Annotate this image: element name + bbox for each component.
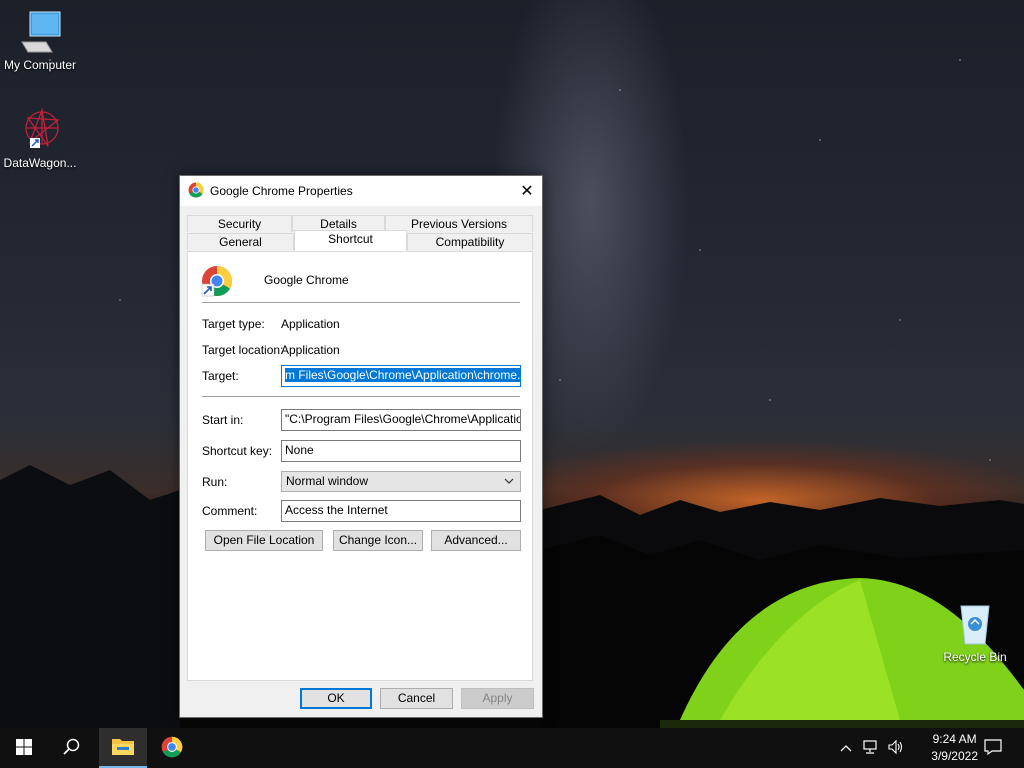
target-input[interactable]: m Files\Google\Chrome\Application\chrome…	[281, 365, 521, 387]
run-label: Run:	[202, 475, 228, 489]
notification-icon	[984, 738, 1002, 758]
desktop-icon-recycle-bin[interactable]: Recycle Bin	[935, 600, 1015, 664]
shortcut-key-input[interactable]: None	[281, 440, 521, 462]
datawagon-logo-icon	[16, 106, 64, 154]
comment-value: Access the Internet	[285, 503, 388, 517]
tab-general[interactable]: General	[187, 233, 294, 250]
tray-chevron[interactable]	[836, 728, 856, 768]
target-input-value: m Files\Google\Chrome\Application\chrome…	[285, 368, 520, 382]
tab-previous-versions[interactable]: Previous Versions	[385, 215, 533, 232]
computer-icon	[16, 8, 64, 56]
ok-button[interactable]: OK	[300, 688, 372, 709]
notification-button[interactable]	[978, 728, 1008, 768]
apply-button[interactable]: Apply	[461, 688, 534, 709]
shortcut-key-label: Shortcut key:	[202, 444, 273, 458]
tray-volume[interactable]	[884, 728, 908, 768]
taskbar-chrome[interactable]	[148, 728, 196, 768]
tab-compatibility[interactable]: Compatibility	[407, 233, 533, 250]
clock-date: 3/9/2022	[931, 749, 978, 763]
separator	[202, 396, 520, 397]
recycle-bin-icon	[951, 600, 999, 648]
target-location-value: Application	[281, 343, 340, 357]
windows-logo-icon	[16, 738, 32, 758]
cancel-button[interactable]: Cancel	[380, 688, 453, 709]
start-in-label: Start in:	[202, 413, 244, 427]
comment-label: Comment:	[202, 504, 258, 518]
start-in-input[interactable]: "C:\Program Files\Google\Chrome\Applicat…	[281, 409, 521, 431]
properties-dialog: Google Chrome Properties ✕ Security Deta…	[179, 175, 543, 718]
tray-network[interactable]	[858, 728, 884, 768]
target-label: Target:	[202, 369, 239, 383]
separator	[202, 302, 520, 303]
tab-row-bottom: General Shortcut Compatibility	[187, 230, 533, 251]
close-icon: ✕	[520, 183, 534, 200]
app-chrome-icon	[201, 265, 233, 297]
app-name: Google Chrome	[264, 273, 349, 287]
chrome-icon	[161, 736, 183, 761]
chevron-up-icon	[840, 741, 852, 755]
desktop-icon-datawagon[interactable]: DataWagon...	[0, 106, 80, 170]
tab-shortcut[interactable]: Shortcut	[294, 230, 407, 251]
close-button[interactable]: ✕	[512, 176, 542, 206]
clock-time: 9:24 AM	[932, 732, 977, 746]
folder-icon	[111, 736, 135, 759]
chrome-icon	[188, 182, 204, 198]
dialog-title: Google Chrome Properties	[210, 184, 353, 198]
search-button[interactable]	[48, 728, 96, 768]
start-in-value: "C:\Program Files\Google\Chrome\Applicat…	[285, 412, 521, 426]
desktop-icon-my-computer[interactable]: My Computer	[0, 8, 80, 72]
taskbar-clock[interactable]: 9:24 AM 3/9/2022	[931, 731, 978, 765]
shortcut-panel: Google Chrome Target type: Application T…	[187, 251, 533, 681]
desktop-icon-label: Recycle Bin	[943, 650, 1007, 664]
run-select-value: Normal window	[286, 474, 369, 488]
run-select[interactable]: Normal window	[281, 471, 521, 492]
network-icon	[862, 739, 880, 758]
target-type-label: Target type:	[202, 317, 265, 331]
dialog-titlebar[interactable]: Google Chrome Properties ✕	[180, 176, 542, 206]
desktop-icon-label: My Computer	[3, 58, 77, 72]
open-file-location-button[interactable]: Open File Location	[205, 530, 323, 551]
comment-input[interactable]: Access the Internet	[281, 500, 521, 522]
chevron-down-icon	[504, 475, 514, 489]
target-location-label: Target location:	[202, 343, 284, 357]
tab-security[interactable]: Security	[187, 215, 292, 232]
advanced-button[interactable]: Advanced...	[431, 530, 521, 551]
taskbar-file-explorer[interactable]	[99, 728, 147, 768]
desktop-icon-label: DataWagon...	[3, 156, 77, 170]
change-icon-button[interactable]: Change Icon...	[333, 530, 423, 551]
shortcut-key-value: None	[285, 443, 314, 457]
search-icon	[63, 738, 81, 759]
start-button[interactable]	[0, 728, 48, 768]
target-type-value: Application	[281, 317, 340, 331]
speaker-icon	[887, 739, 905, 758]
taskbar: 9:24 AM 3/9/2022	[0, 728, 1024, 768]
